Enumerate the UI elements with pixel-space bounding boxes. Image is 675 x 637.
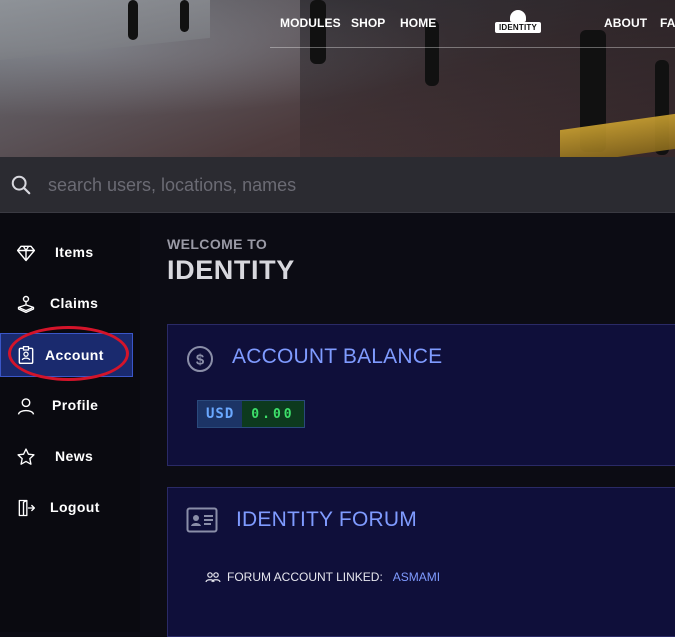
sidebar-item-account[interactable]: Account — [0, 333, 133, 377]
sidebar-item-logout[interactable]: Logout — [0, 486, 133, 530]
account-balance-card: $ ACCOUNT BALANCE USD 0.00 — [167, 324, 675, 466]
nav-home-link[interactable]: HOME — [400, 16, 436, 30]
id-badge-icon — [18, 346, 34, 365]
sidebar-item-label: News — [55, 448, 94, 464]
sidebar-item-label: Items — [55, 244, 94, 260]
identity-forum-card: IDENTITY FORUM FORUM ACCOUNT LINKED: ASM… — [167, 487, 675, 637]
identity-forum-title: IDENTITY FORUM — [236, 508, 417, 531]
forum-linked-label: FORUM ACCOUNT LINKED: — [227, 570, 383, 584]
currency-label: USD — [198, 401, 243, 427]
forum-username[interactable]: ASMAMI — [393, 570, 440, 584]
id-card-icon — [186, 507, 218, 533]
claims-icon — [17, 295, 35, 313]
nav-about-link[interactable]: ABOUT — [604, 16, 647, 30]
diamond-icon — [16, 245, 36, 262]
sidebar-item-label: Claims — [50, 295, 99, 311]
svg-text:$: $ — [196, 352, 205, 369]
sidebar-item-label: Logout — [50, 499, 100, 515]
hero-banner: MODULES SHOP HOME IDENTITY ABOUT FAQ — [0, 0, 675, 157]
account-balance-title: ACCOUNT BALANCE — [232, 345, 443, 368]
nav-divider — [270, 47, 675, 48]
nav-faq-link[interactable]: FAQ — [660, 16, 675, 30]
sidebar-item-profile[interactable]: Profile — [0, 384, 133, 428]
page-title: IDENTITY — [167, 255, 295, 285]
sidebar-item-label: Profile — [52, 397, 99, 413]
dollar-icon: $ — [187, 346, 213, 372]
balance-badge: USD 0.00 — [197, 400, 305, 428]
star-icon — [17, 448, 35, 465]
user-icon — [17, 398, 35, 415]
hero-sidewalk — [0, 0, 210, 61]
search-bar — [0, 157, 675, 213]
balance-amount: 0.00 — [242, 401, 304, 427]
logo-text: IDENTITY — [495, 22, 541, 33]
sidebar-item-label: Account — [45, 347, 104, 363]
users-icon — [205, 572, 221, 583]
hero-bollard — [180, 0, 189, 32]
sidebar-item-news[interactable]: News — [0, 435, 133, 479]
sidebar-item-items[interactable]: Items — [0, 231, 133, 275]
logo-head-icon — [510, 10, 526, 22]
welcome-subtitle: WELCOME TO — [167, 236, 268, 252]
nav-modules-link[interactable]: MODULES — [280, 16, 341, 30]
forum-link-status: FORUM ACCOUNT LINKED: ASMAMI — [205, 570, 440, 584]
logout-icon — [18, 499, 35, 517]
identity-logo[interactable]: IDENTITY — [495, 10, 541, 40]
nav-shop-link[interactable]: SHOP — [351, 16, 385, 30]
search-icon[interactable] — [10, 174, 32, 196]
sidebar-item-claims[interactable]: Claims — [0, 282, 133, 326]
search-input[interactable] — [48, 171, 648, 199]
hero-bollard — [310, 0, 326, 64]
hero-bollard — [128, 0, 138, 40]
